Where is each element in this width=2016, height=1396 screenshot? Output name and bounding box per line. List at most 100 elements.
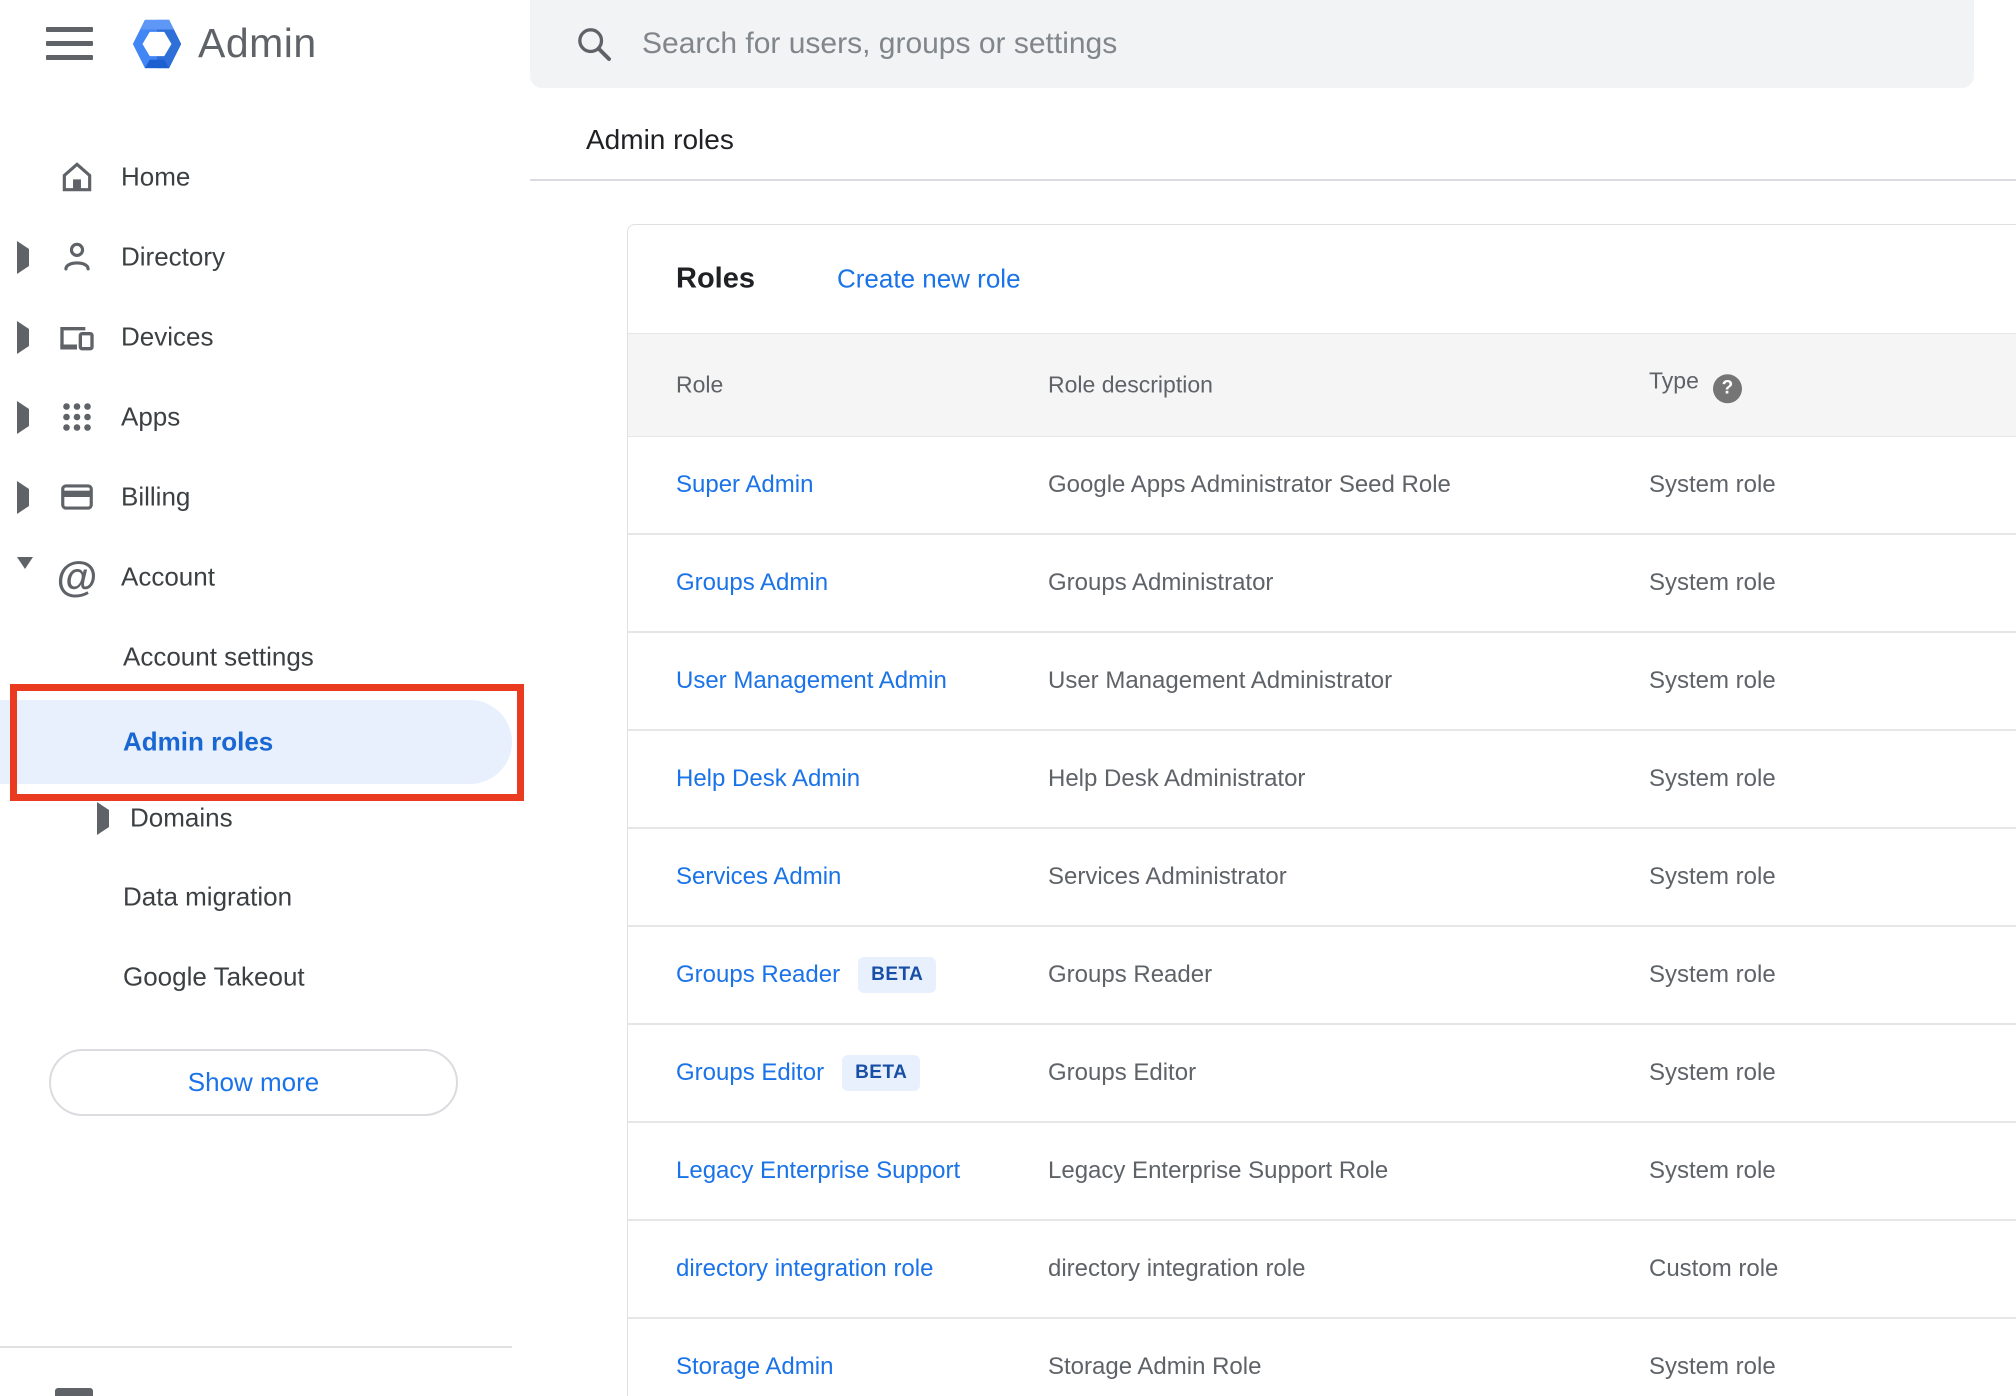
search-input[interactable] bbox=[642, 0, 1942, 88]
role-description: directory integration role bbox=[1048, 1255, 1306, 1282]
help-icon[interactable]: ? bbox=[1712, 373, 1742, 403]
sidebar-item-label: Directory bbox=[121, 241, 226, 272]
collapse-arrow-icon[interactable] bbox=[17, 557, 33, 586]
role-link[interactable]: Storage Admin bbox=[676, 1353, 833, 1381]
expand-arrow-icon[interactable] bbox=[97, 802, 113, 835]
table-row: Storage Admin Storage Admin Role System … bbox=[628, 1319, 2016, 1396]
role-link[interactable]: Groups Editor bbox=[676, 1059, 824, 1086]
sidebar-item-admin-roles[interactable]: Admin roles bbox=[0, 700, 512, 784]
role-description: Groups Reader bbox=[1048, 961, 1213, 988]
admin-logo-icon[interactable] bbox=[128, 15, 186, 73]
expand-arrow-icon[interactable] bbox=[17, 481, 33, 514]
devices-icon bbox=[56, 316, 98, 358]
sidebar-item-domains[interactable]: Domains bbox=[0, 786, 530, 850]
table-row: directory integration role directory int… bbox=[628, 1221, 2016, 1319]
expand-arrow-icon[interactable] bbox=[17, 241, 33, 274]
pinned-item-icon bbox=[55, 1388, 93, 1396]
home-icon bbox=[56, 156, 98, 198]
table-header-row: Role Role description Type? bbox=[628, 333, 2016, 437]
sidebar-item-account[interactable]: @ Account bbox=[0, 545, 530, 609]
role-type: System role bbox=[1649, 765, 1776, 792]
role-link[interactable]: directory integration role bbox=[676, 1255, 933, 1283]
sidebar-item-label: Domains bbox=[130, 802, 233, 833]
role-description: Groups Administrator bbox=[1048, 569, 1274, 596]
app-title: Admin bbox=[198, 20, 317, 66]
card-header: Roles Create new role bbox=[628, 225, 2016, 333]
role-link[interactable]: Groups Reader bbox=[676, 961, 840, 988]
sidebar-item-account-settings[interactable]: Account settings bbox=[0, 625, 530, 689]
table-row: Super Admin Google Apps Administrator Se… bbox=[628, 437, 2016, 535]
role-type: System role bbox=[1649, 1059, 1776, 1086]
role-link[interactable]: Help Desk Admin bbox=[676, 765, 860, 793]
role-link[interactable]: Super Admin bbox=[676, 471, 813, 499]
role-type: System role bbox=[1649, 569, 1776, 596]
sidebar: Admin Home Directory Devices Apps Billin… bbox=[0, 0, 530, 1396]
role-type: System role bbox=[1649, 667, 1776, 694]
apps-icon bbox=[56, 396, 98, 438]
role-description: Services Administrator bbox=[1048, 863, 1287, 890]
sidebar-item-devices[interactable]: Devices bbox=[0, 305, 530, 369]
table-row: Groups Admin Groups Administrator System… bbox=[628, 535, 2016, 633]
sidebar-item-billing[interactable]: Billing bbox=[0, 465, 530, 529]
sidebar-item-label: Home bbox=[121, 161, 191, 192]
sidebar-item-label: Admin roles bbox=[123, 726, 274, 757]
sidebar-item-label: Devices bbox=[121, 321, 214, 352]
sidebar-item-apps[interactable]: Apps bbox=[0, 385, 530, 449]
role-type: System role bbox=[1649, 1353, 1776, 1380]
table-row: Legacy Enterprise Support Legacy Enterpr… bbox=[628, 1123, 2016, 1221]
role-description: Help Desk Administrator bbox=[1048, 765, 1306, 792]
search-icon bbox=[578, 28, 611, 61]
sidebar-item-label: Account bbox=[121, 561, 215, 592]
create-new-role-link[interactable]: Create new role bbox=[837, 264, 1021, 295]
table-row: User Management Admin User Management Ad… bbox=[628, 633, 2016, 731]
sidebar-item-google-takeout[interactable]: Google Takeout bbox=[0, 945, 530, 1009]
role-type: System role bbox=[1649, 961, 1776, 988]
sidebar-item-home[interactable]: Home bbox=[0, 145, 530, 209]
sidebar-item-directory[interactable]: Directory bbox=[0, 225, 530, 289]
column-header-description: Role description bbox=[1048, 371, 1213, 398]
expand-arrow-icon[interactable] bbox=[17, 321, 33, 354]
column-header-role: Role bbox=[676, 371, 724, 398]
account-icon: @ bbox=[56, 553, 98, 600]
billing-icon bbox=[56, 476, 98, 518]
role-link[interactable]: Groups Admin bbox=[676, 569, 828, 597]
column-header-type: Type? bbox=[1649, 367, 1742, 403]
role-type: Custom role bbox=[1649, 1255, 1779, 1282]
role-description: Storage Admin Role bbox=[1048, 1353, 1262, 1380]
role-link[interactable]: Services Admin bbox=[676, 863, 841, 891]
sidebar-item-label: Apps bbox=[121, 401, 181, 432]
sidebar-item-label: Billing bbox=[121, 481, 191, 512]
title-divider bbox=[530, 179, 2016, 181]
sidebar-item-label: Google Takeout bbox=[123, 961, 305, 992]
role-link[interactable]: User Management Admin bbox=[676, 667, 947, 695]
role-cell: Groups Reader BETA bbox=[676, 957, 937, 993]
role-description: Legacy Enterprise Support Role bbox=[1048, 1157, 1389, 1184]
role-description: Google Apps Administrator Seed Role bbox=[1048, 471, 1451, 498]
sidebar-bottom-divider bbox=[0, 1346, 512, 1348]
page-title: Admin roles bbox=[586, 124, 734, 155]
role-type: System role bbox=[1649, 471, 1776, 498]
search-bar[interactable] bbox=[530, 0, 1974, 88]
role-type: System role bbox=[1649, 1157, 1776, 1184]
role-description: User Management Administrator bbox=[1048, 667, 1393, 694]
card-title: Roles bbox=[676, 262, 755, 295]
sidebar-item-data-migration[interactable]: Data migration bbox=[0, 865, 530, 929]
expand-arrow-icon[interactable] bbox=[17, 401, 33, 434]
role-link[interactable]: Legacy Enterprise Support bbox=[676, 1157, 960, 1185]
table-row: Groups Editor BETA Groups Editor System r… bbox=[628, 1025, 2016, 1123]
directory-icon bbox=[56, 236, 98, 278]
sidebar-item-label: Data migration bbox=[123, 881, 293, 912]
role-cell: Groups Editor BETA bbox=[676, 1055, 921, 1091]
role-description: Groups Editor bbox=[1048, 1059, 1197, 1086]
table-row: Help Desk Admin Help Desk Administrator … bbox=[628, 731, 2016, 829]
sidebar-item-label: Account settings bbox=[123, 641, 314, 672]
menu-icon[interactable] bbox=[46, 27, 93, 60]
roles-card: Roles Create new role Role Role descript… bbox=[627, 224, 2016, 1396]
table-row: Services Admin Services Administrator Sy… bbox=[628, 829, 2016, 927]
brand-row: Admin bbox=[0, 0, 530, 96]
show-more-button[interactable]: Show more bbox=[49, 1049, 458, 1116]
beta-badge: BETA bbox=[858, 957, 937, 993]
role-type: System role bbox=[1649, 863, 1776, 890]
beta-badge: BETA bbox=[842, 1055, 921, 1091]
table-row: Groups Reader BETA Groups Reader System r… bbox=[628, 927, 2016, 1025]
